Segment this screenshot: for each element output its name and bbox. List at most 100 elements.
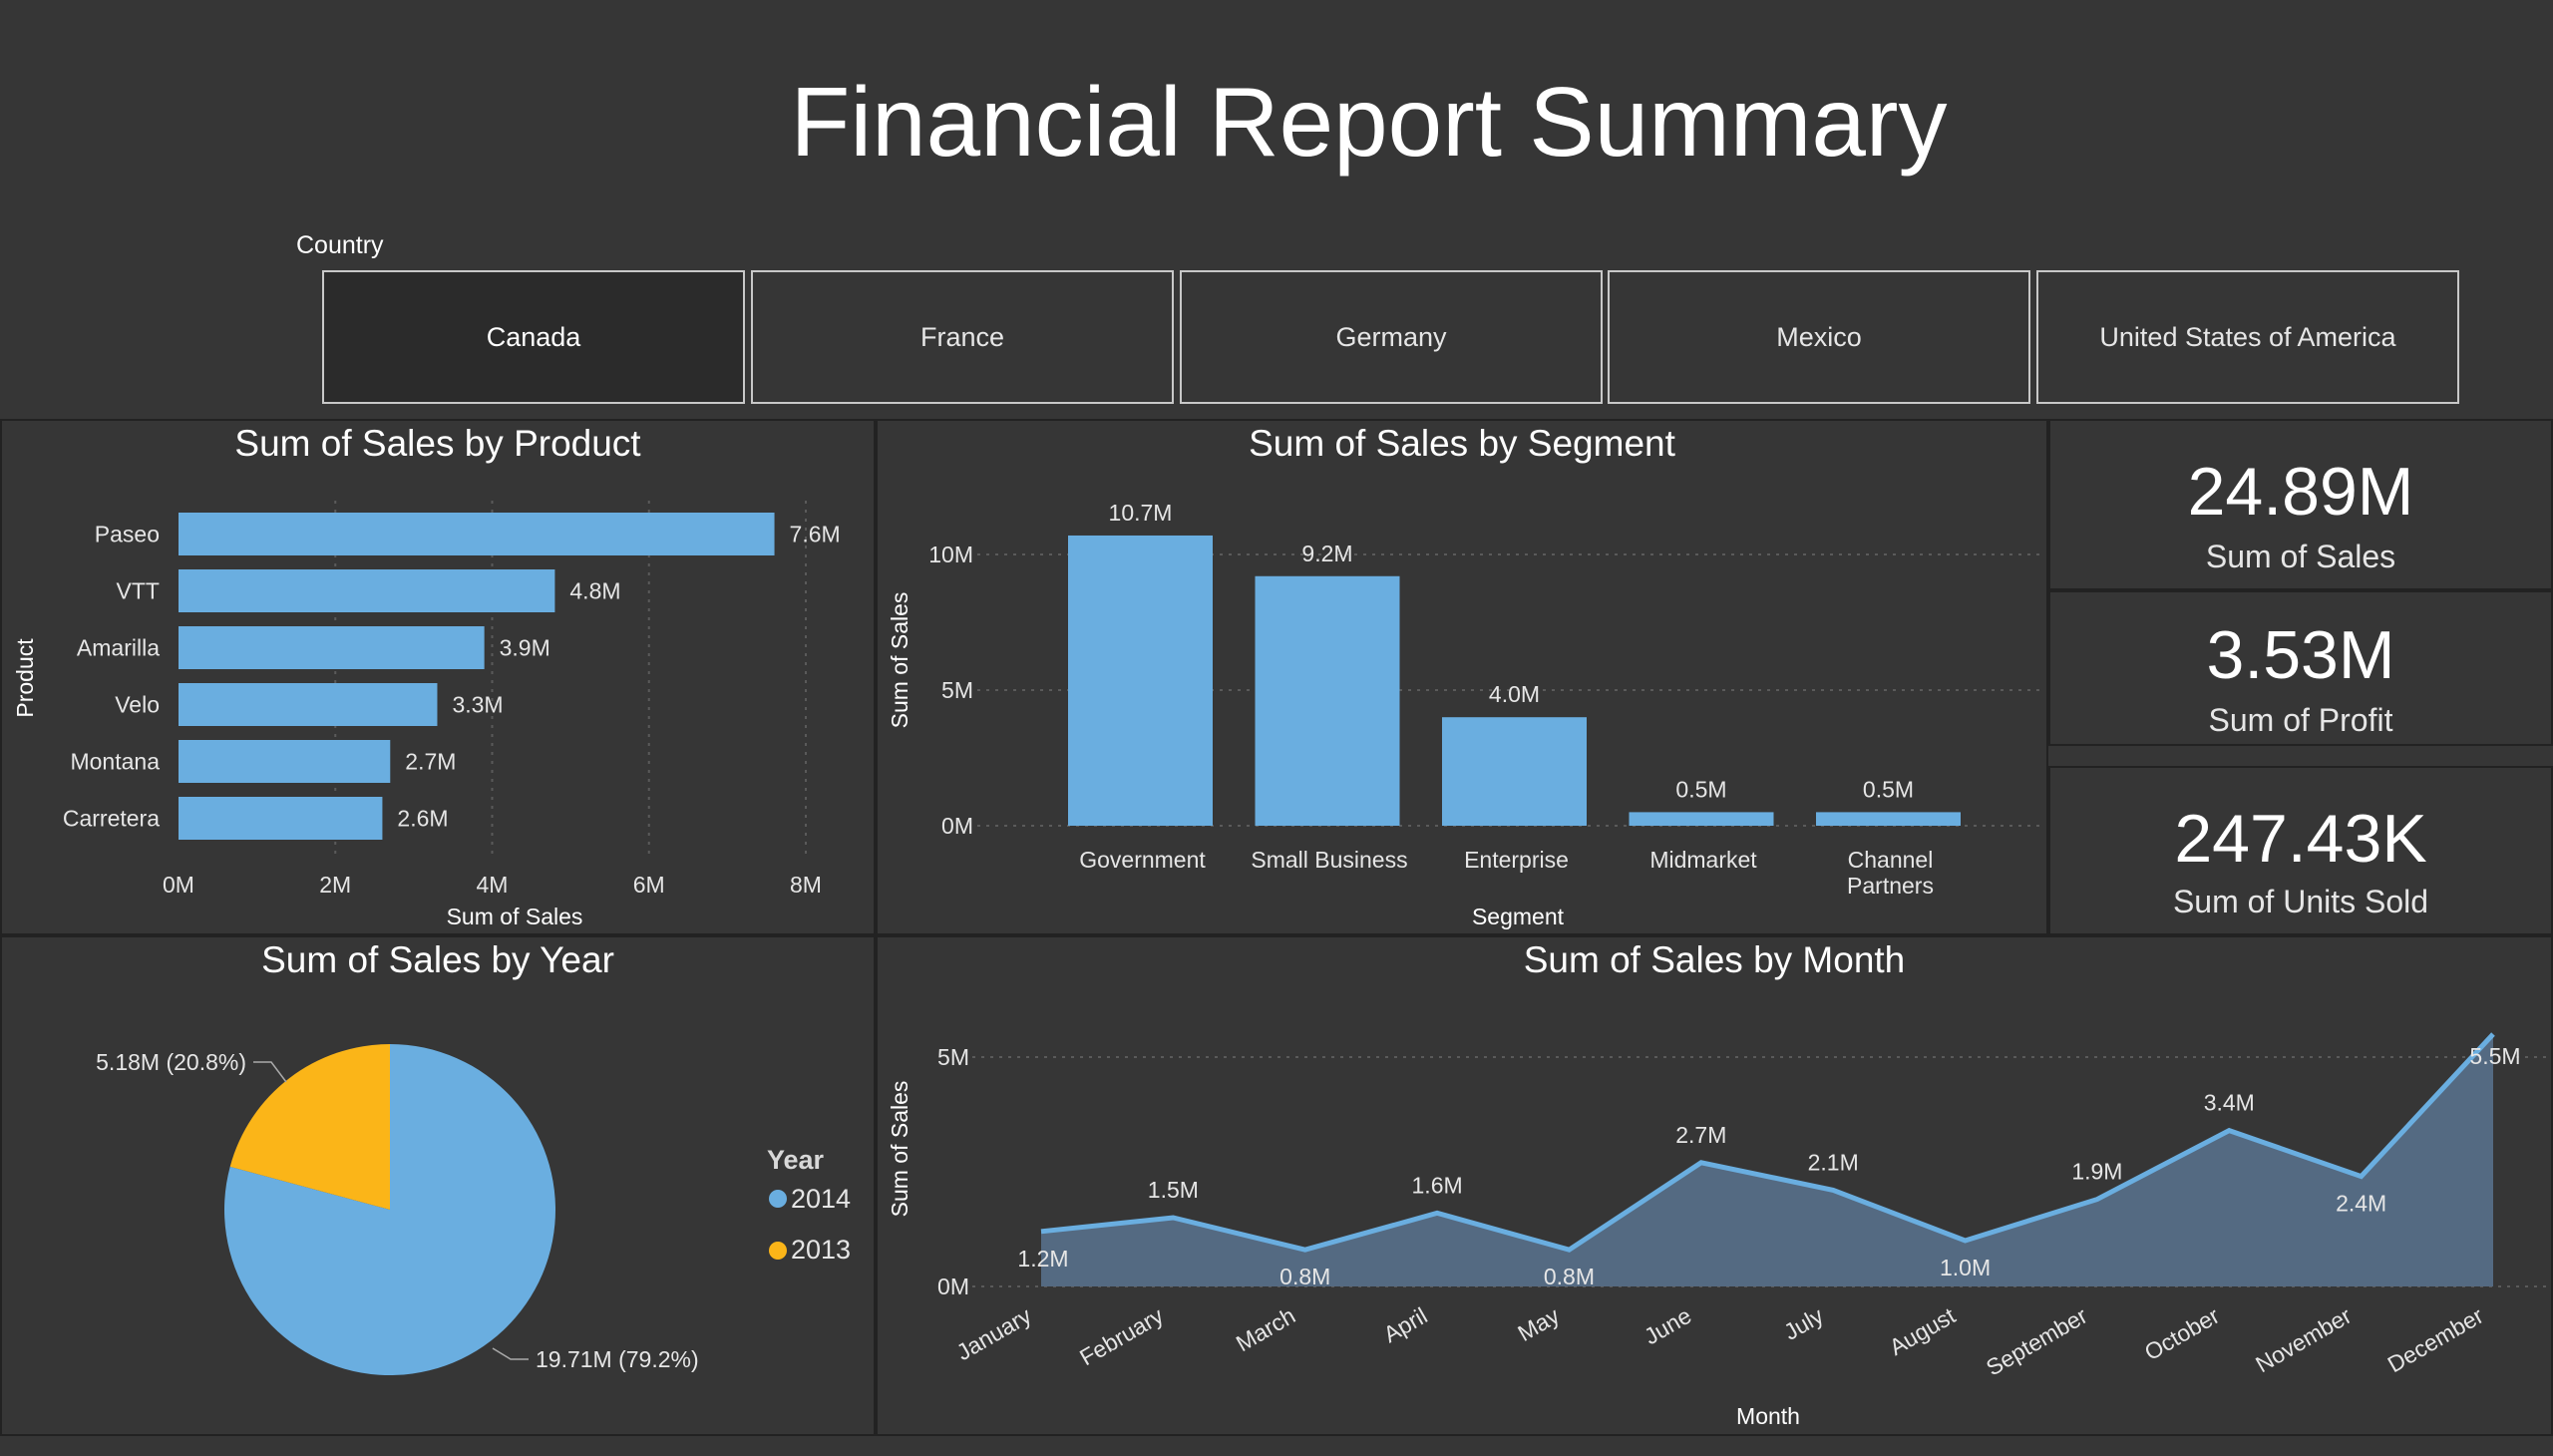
product-x-axis-title: Sum of Sales	[447, 904, 583, 929]
country-slicer-label: Country	[296, 231, 384, 259]
segment-category-label: Channel Partners	[1847, 847, 1934, 899]
month-data-label: 1.0M	[1940, 1255, 1991, 1280]
slicer-option-canada[interactable]: Canada	[322, 270, 745, 404]
segment-chart-panel[interactable]: Sum of Sales by Segment 0M 5M 10M 10.7M Gove…	[876, 419, 2048, 935]
month-data-label: 1.2M	[1017, 1246, 1068, 1272]
year-slice-label-2013: 5.18M (20.8%)	[96, 1049, 246, 1075]
month-area-fill[interactable]	[1041, 1034, 2493, 1286]
product-data-label: 2.6M	[397, 806, 448, 832]
month-category-label: July	[1779, 1302, 1828, 1345]
product-data-label: 2.7M	[405, 749, 456, 775]
segment-y-tick: 5M	[941, 677, 973, 703]
page-title: Financial Report Summary	[790, 67, 1948, 177]
month-category-label: September	[1982, 1302, 2092, 1381]
product-category-label: Carretera	[63, 806, 160, 832]
year-pie-chart[interactable]: 19.71M (79.2%) 5.18M (20.8%) Year 2014 2013	[2, 937, 874, 1434]
segment-bar[interactable]	[1442, 717, 1587, 826]
segment-x-axis-title: Segment	[1472, 904, 1565, 929]
slicer-option-mexico[interactable]: Mexico	[1608, 270, 2030, 404]
month-category-label: March	[1232, 1302, 1299, 1356]
month-category-label: August	[1885, 1302, 1961, 1361]
year-leader-line-2014	[492, 1347, 529, 1360]
kpi-sales-value: 24.89M	[2187, 454, 2414, 530]
segment-data-label: 9.2M	[1301, 541, 1352, 566]
year-legend-title: Year	[767, 1145, 825, 1175]
month-category-label: December	[2383, 1302, 2488, 1378]
product-category-label: Montana	[70, 749, 160, 775]
kpi-profit-label: Sum of Profit	[2208, 702, 2393, 738]
segment-data-label: 4.0M	[1489, 681, 1540, 707]
month-chart-panel[interactable]: Sum of Sales by Month 0M 5M 1.2M January 1.5…	[876, 935, 2553, 1436]
product-bar[interactable]	[179, 797, 383, 840]
month-data-label: 1.6M	[1412, 1172, 1463, 1198]
month-category-label: June	[1640, 1302, 1695, 1349]
segment-category-label: Government	[1079, 847, 1206, 873]
month-category-label: May	[1513, 1302, 1564, 1346]
slicer-option-germany[interactable]: Germany	[1180, 270, 1603, 404]
month-category-label: October	[2140, 1302, 2224, 1366]
segment-y-tick: 10M	[928, 542, 973, 567]
month-data-label: 3.4M	[2204, 1090, 2255, 1116]
segment-bar[interactable]	[1255, 575, 1400, 826]
month-category-label: November	[2251, 1302, 2356, 1378]
month-area-chart[interactable]: 0M 5M 1.2M January 1.5M February 0.8M March 1.6M…	[878, 937, 2551, 1434]
slicer-option-france[interactable]: France	[751, 270, 1174, 404]
segment-category-label: Small Business	[1251, 847, 1407, 873]
product-bar[interactable]	[179, 513, 775, 555]
year-legend-label-2014: 2014	[791, 1184, 851, 1214]
product-x-tick: 4M	[477, 872, 509, 898]
product-category-label: Velo	[115, 692, 160, 718]
year-chart-panel[interactable]: Sum of Sales by Year 19.71M (79.2%) 5.18M…	[0, 935, 876, 1436]
product-data-label: 7.6M	[790, 522, 841, 547]
product-bar[interactable]	[179, 683, 438, 726]
product-x-tick: 0M	[163, 872, 194, 898]
segment-category-label: Midmarket	[1649, 847, 1757, 873]
kpi-profit-value: 3.53M	[2206, 617, 2395, 693]
year-legend-marker-2013[interactable]	[769, 1242, 787, 1260]
segment-bar[interactable]	[1629, 812, 1774, 826]
month-category-label: January	[952, 1302, 1036, 1366]
segment-bar[interactable]	[1816, 812, 1961, 826]
product-bar-chart[interactable]: 0M 2M 4M 6M 8M Paseo 7.6M VTT 4.8M Amarilla 3.9M Ve…	[2, 421, 874, 933]
month-data-label: 5.5M	[2469, 1043, 2520, 1069]
year-legend-label-2013: 2013	[791, 1235, 851, 1265]
kpi-units-value: 247.43K	[2174, 801, 2427, 877]
segment-data-label: 0.5M	[1863, 776, 1914, 802]
kpi-card-units: 247.43K Sum of Units Sold	[2048, 766, 2553, 935]
month-y-axis-title: Sum of Sales	[887, 1081, 912, 1218]
product-category-label: Amarilla	[77, 635, 160, 661]
product-data-label: 3.3M	[452, 692, 503, 718]
month-category-label: February	[1075, 1302, 1168, 1371]
slicer-option-usa[interactable]: United States of America	[2036, 270, 2459, 404]
kpi-sales-label: Sum of Sales	[2205, 539, 2396, 574]
segment-data-label: 10.7M	[1109, 500, 1173, 526]
month-y-tick: 0M	[937, 1274, 969, 1299]
segment-y-tick: 0M	[941, 813, 973, 839]
segment-bar[interactable]	[1068, 535, 1213, 826]
month-y-tick: 5M	[937, 1044, 969, 1070]
product-category-label: VTT	[117, 578, 160, 604]
month-data-label: 1.9M	[2071, 1159, 2122, 1185]
product-data-label: 3.9M	[500, 635, 550, 661]
month-data-label: 2.4M	[2336, 1191, 2386, 1217]
month-data-label: 1.5M	[1148, 1177, 1199, 1203]
product-category-label: Paseo	[95, 522, 160, 547]
product-x-tick: 2M	[319, 872, 351, 898]
month-category-label: April	[1379, 1302, 1432, 1348]
year-leader-line-2013	[253, 1061, 287, 1083]
product-bar[interactable]	[179, 626, 485, 669]
year-slice-label-2014: 19.71M (79.2%)	[536, 1346, 699, 1372]
kpi-card-sales: 24.89M Sum of Sales	[2048, 419, 2553, 590]
product-bar[interactable]	[179, 740, 391, 783]
segment-bar-chart[interactable]: 0M 5M 10M 10.7M Government 9.2M Small Business…	[878, 421, 2046, 933]
year-legend-marker-2014[interactable]	[769, 1190, 787, 1208]
segment-data-label: 0.5M	[1675, 776, 1726, 802]
month-data-label: 0.8M	[1279, 1264, 1330, 1289]
kpi-card-profit: 3.53M Sum of Profit	[2048, 590, 2553, 746]
segment-category-label: Enterprise	[1464, 847, 1569, 873]
kpi-units-label: Sum of Units Sold	[2172, 884, 2429, 919]
product-x-tick: 8M	[790, 872, 822, 898]
month-data-label: 2.7M	[1675, 1122, 1726, 1148]
product-bar[interactable]	[179, 569, 555, 612]
product-chart-panel[interactable]: Sum of Sales by Product 0M 2M 4M 6M 8M Paseo 7…	[0, 419, 876, 935]
